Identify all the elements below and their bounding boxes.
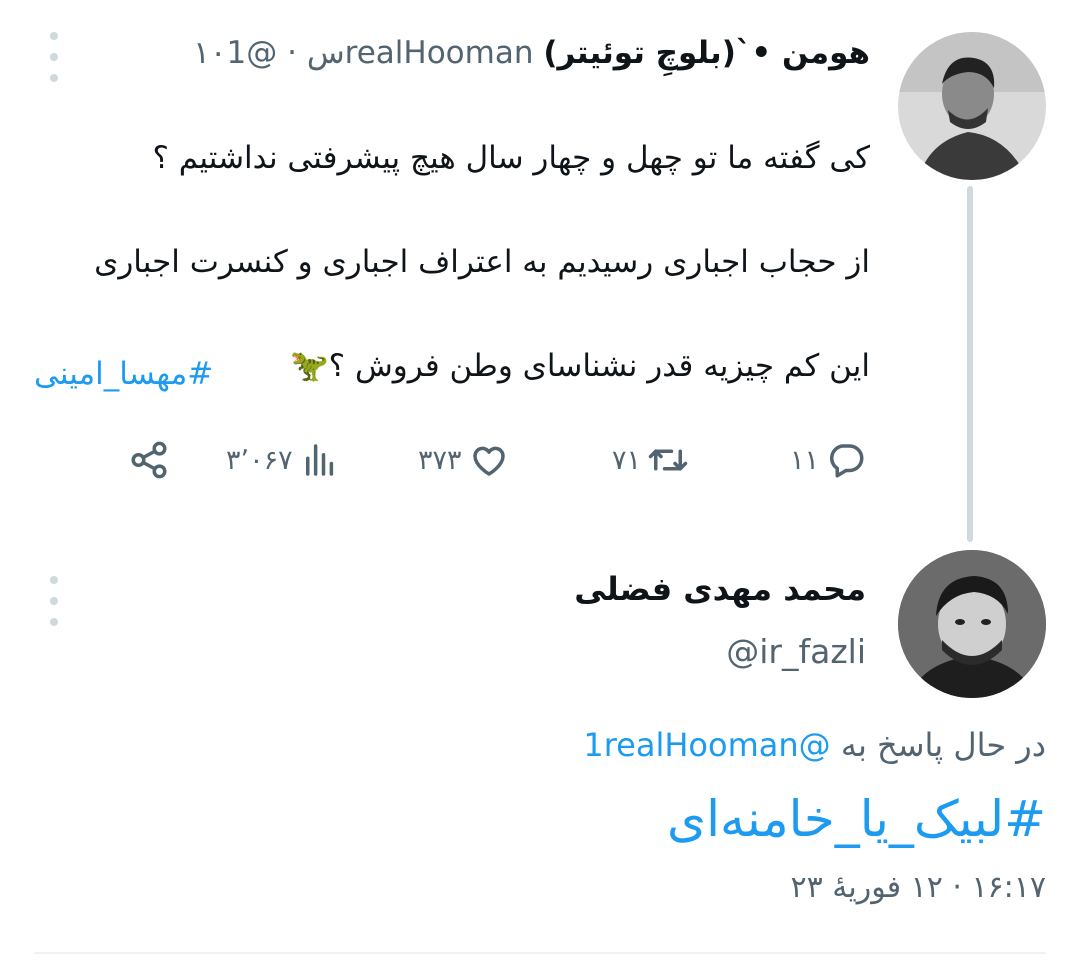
reply-hashtag-link[interactable]: #لبیک_یا_خامنه‌ای	[667, 790, 1046, 848]
avatar-reply-author[interactable]	[898, 550, 1046, 698]
views-icon	[299, 439, 341, 481]
author-handle[interactable]: @1realHooman	[227, 35, 534, 71]
reply-button[interactable]: ۱۱	[790, 434, 867, 486]
reply-timestamp[interactable]: ۱۶:۱۷ · ۱۲ فوریهٔ ۲۳	[791, 870, 1046, 905]
replying-to-label: در حال پاسخ به	[840, 726, 1046, 764]
share-button[interactable]	[128, 434, 170, 486]
retweet-count: ۷۱	[612, 444, 642, 476]
more-icon[interactable]	[42, 32, 66, 82]
reply-author-handle[interactable]: @ir_fazli	[726, 632, 866, 671]
divider	[34, 952, 1046, 954]
replying-to-handle[interactable]: @1realHooman	[583, 726, 830, 764]
views-count: ۳٬۰۶۷	[226, 444, 293, 476]
like-button[interactable]: ۳۷۳	[418, 434, 510, 486]
avatar-original-author[interactable]	[898, 32, 1046, 180]
reply-icon	[825, 439, 867, 481]
views-button[interactable]: ۳٬۰۶۷	[226, 434, 341, 486]
like-count: ۳۷۳	[418, 444, 462, 476]
tweet-text-line: از حجاب اجباری رسیدیم به اعتراف اجباری و…	[94, 244, 870, 280]
hashtag-link[interactable]: #مهسا_امینی	[34, 356, 213, 392]
reply-count: ۱۱	[790, 444, 820, 476]
header-separator: ·	[287, 35, 297, 71]
reply-author-display-name[interactable]: محمد مهدی فضلی	[574, 570, 866, 608]
heart-icon	[468, 439, 510, 481]
tweet-header: ۱۰س · @1realHooman هومن •`(بلوچِ توئیتر)	[193, 28, 870, 78]
tweet-text-line: کی گفته ما تو چهل و چهار سال هیچ پیشرفتی…	[152, 140, 870, 176]
replying-to: در حال پاسخ به @1realHooman	[583, 726, 1046, 764]
thread-line	[967, 186, 973, 542]
author-display-name[interactable]: هومن •`(بلوچِ توئیتر)	[543, 35, 870, 71]
retweet-icon	[647, 439, 689, 481]
retweet-button[interactable]: ۷۱	[612, 434, 689, 486]
more-icon[interactable]	[42, 576, 66, 626]
share-icon	[128, 439, 170, 481]
